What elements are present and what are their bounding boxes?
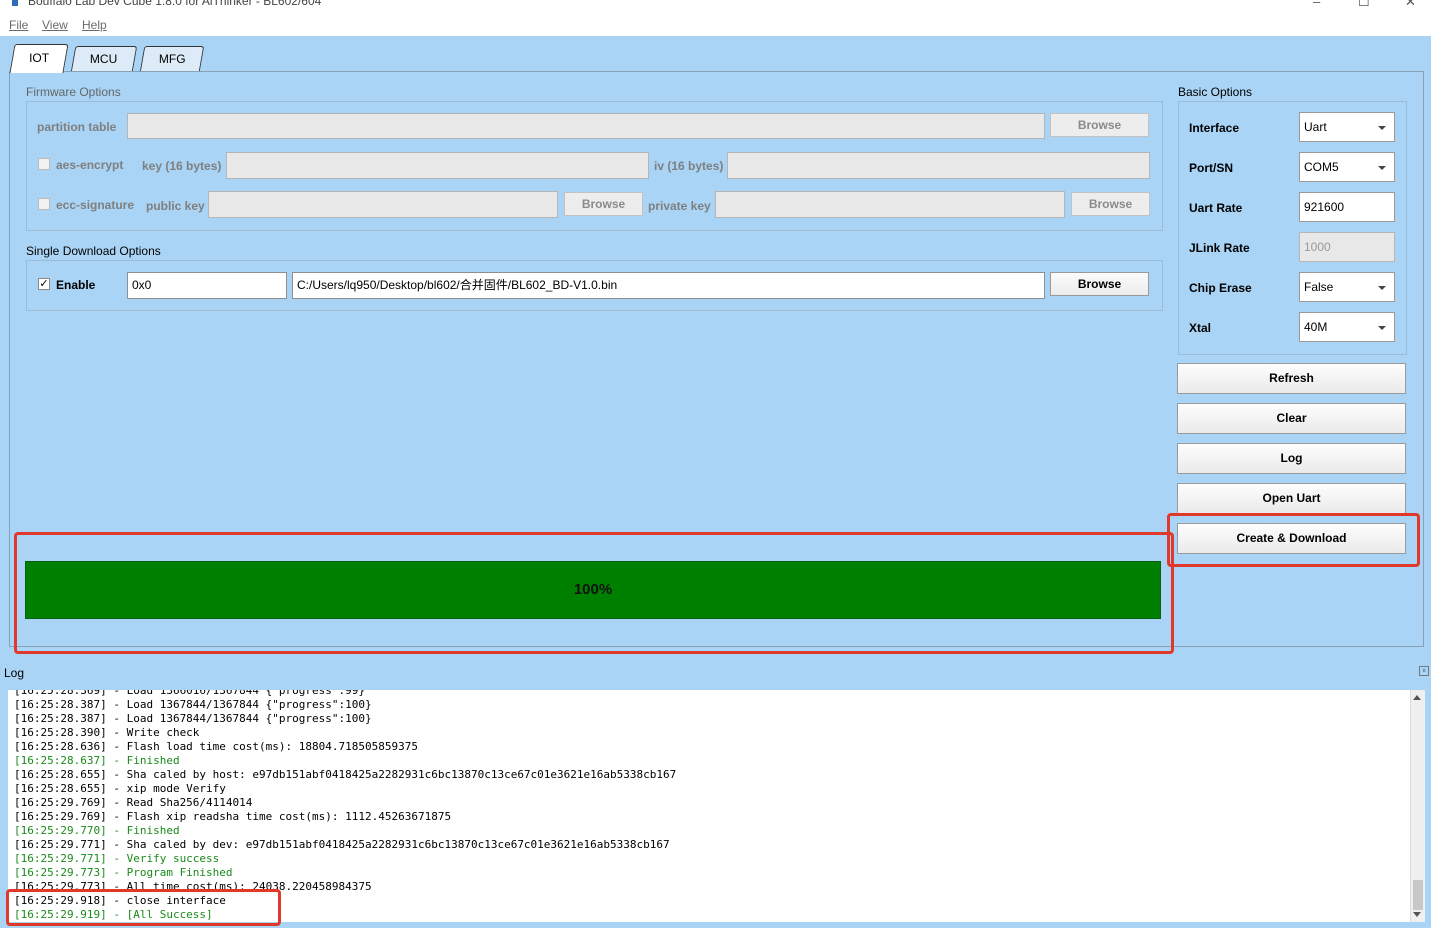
app-icon: [12, 0, 18, 6]
tab-mfg[interactable]: MFG: [139, 46, 205, 72]
jlink-rate-label: JLink Rate: [1189, 241, 1250, 255]
restore-icon[interactable]: ▫: [1419, 666, 1429, 676]
basic-options-label: Basic Options: [1178, 85, 1253, 99]
log-line: [16:25:29.773] - Program Finished: [14, 866, 233, 879]
menu-help[interactable]: Help: [82, 18, 107, 32]
uart-rate-label: Uart Rate: [1189, 201, 1243, 215]
scroll-down-icon[interactable]: [1413, 912, 1421, 917]
iv-label: iv (16 bytes): [654, 159, 724, 173]
menu-file[interactable]: File: [9, 18, 28, 32]
public-key-label: public key: [146, 199, 205, 213]
chevron-down-icon: [1378, 126, 1386, 130]
private-key-label: private key: [648, 199, 711, 213]
interface-select[interactable]: Uart: [1299, 112, 1395, 142]
aes-iv-field: [727, 152, 1150, 179]
port-label: Port/SN: [1189, 161, 1234, 175]
log-line: [16:25:28.637] - Finished: [14, 754, 180, 767]
partition-browse-button: Browse: [1050, 113, 1149, 137]
log-line: [16:25:28.390] - Write check: [14, 726, 200, 739]
ecc-signature-checkbox: [38, 198, 50, 210]
chip-erase-select[interactable]: False: [1299, 272, 1395, 302]
xtal-label: Xtal: [1189, 321, 1212, 335]
firmware-browse-button[interactable]: Browse: [1050, 272, 1149, 296]
ecc-signature-label: ecc-signature: [56, 198, 135, 212]
log-label: Log: [4, 666, 25, 680]
clear-button[interactable]: Clear: [1177, 403, 1406, 434]
close-icon[interactable]: ✕: [1405, 0, 1416, 10]
refresh-button[interactable]: Refresh: [1177, 363, 1406, 394]
aes-encrypt-checkbox: [38, 158, 50, 170]
single-download-label: Single Download Options: [26, 244, 161, 258]
uart-rate-field[interactable]: 921600: [1299, 192, 1395, 222]
log-line: [16:25:28.387] - Load 1367844/1367844 {"…: [14, 712, 372, 725]
window-title: Bouffalo Lab Dev Cube 1.8.0 for AiThinke…: [28, 0, 322, 8]
chevron-down-icon: [1378, 166, 1386, 170]
log-scrollbar[interactable]: [1410, 690, 1425, 922]
log-line: [16:25:28.655] - xip mode Verify: [14, 782, 226, 795]
highlight-box: [14, 532, 1174, 654]
partition-table-label: partition table: [37, 120, 117, 134]
log-line: [16:25:29.771] - Sha caled by dev: e97db…: [14, 838, 670, 851]
port-select[interactable]: COM5: [1299, 152, 1395, 182]
chevron-down-icon: [1378, 326, 1386, 330]
private-key-field: [715, 191, 1065, 218]
enable-label: Enable: [56, 278, 96, 292]
key-label: key (16 bytes): [142, 159, 222, 173]
address-field[interactable]: 0x0: [127, 272, 287, 299]
log-line: [16:25:28.387] - Load 1367844/1367844 {"…: [14, 698, 372, 711]
firmware-path-field[interactable]: C:/Users/lq950/Desktop/bl602/合并固件/BL602_…: [292, 272, 1045, 299]
public-key-field: [208, 191, 558, 218]
menu-view[interactable]: View: [42, 18, 68, 32]
tab-iot[interactable]: IOT: [9, 44, 69, 73]
highlight-box: [1167, 513, 1420, 567]
log-line: [16:25:29.770] - Finished: [14, 824, 180, 837]
highlight-box: [6, 889, 281, 926]
partition-table-field: [127, 113, 1045, 139]
firmware-options-label: Firmware Options: [26, 85, 121, 99]
aes-encrypt-label: aes-encrypt: [56, 158, 124, 172]
private-key-browse-button: Browse: [1071, 192, 1150, 216]
open-uart-button[interactable]: Open Uart: [1177, 483, 1406, 514]
title-bar: Bouffalo Lab Dev Cube 1.8.0 for AiThinke…: [0, 0, 1431, 12]
log-line: [16:25:29.771] - Verify success: [14, 852, 220, 865]
tab-bar: IOT MCU MFG: [0, 36, 1431, 73]
log-line: [16:25:28.636] - Flash load time cost(ms…: [14, 740, 418, 753]
scroll-thumb[interactable]: [1413, 880, 1423, 910]
xtal-select[interactable]: 40M: [1299, 312, 1395, 342]
log-output[interactable]: [16:25:28.369] - Load 1366016/1367844 {"…: [8, 690, 1410, 922]
log-line: [16:25:28.655] - Sha caled by host: e97d…: [14, 768, 677, 781]
chevron-down-icon: [1378, 286, 1386, 290]
scroll-up-icon[interactable]: [1413, 695, 1421, 700]
public-key-browse-button: Browse: [564, 192, 643, 216]
aes-key-field: [226, 152, 649, 179]
jlink-rate-field: 1000: [1299, 232, 1395, 262]
log-line: [16:25:28.369] - Load 1366016/1367844 {"…: [14, 690, 365, 697]
chip-erase-label: Chip Erase: [1189, 281, 1252, 295]
tab-mcu[interactable]: MCU: [70, 46, 138, 72]
maximize-icon[interactable]: ☐: [1358, 0, 1370, 10]
log-line: [16:25:29.769] - Flash xip readsha time …: [14, 810, 452, 823]
minimize-icon[interactable]: –: [1313, 0, 1320, 9]
log-line: [16:25:29.769] - Read Sha256/4114014: [14, 796, 253, 809]
log-button[interactable]: Log: [1177, 443, 1406, 474]
enable-checkbox[interactable]: ✓: [38, 278, 50, 290]
menu-bar: File View Help: [0, 12, 1431, 36]
interface-label: Interface: [1189, 121, 1240, 135]
